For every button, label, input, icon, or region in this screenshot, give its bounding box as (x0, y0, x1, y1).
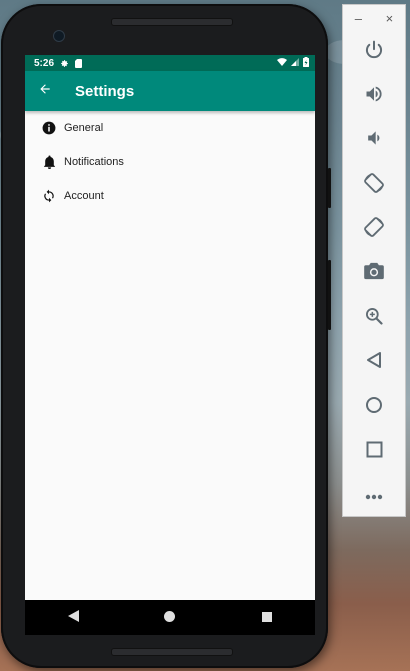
device-screen: 5:26 Settings General Notifications Acco… (25, 55, 315, 635)
close-button[interactable]: × (386, 11, 394, 26)
app-bar: Settings (25, 71, 315, 111)
volume-down-tool-button[interactable] (354, 122, 394, 158)
bottom-speaker (111, 648, 233, 656)
rotate-right-tool-button[interactable] (354, 211, 394, 247)
sd-card-icon (75, 58, 83, 68)
back-tool-button[interactable] (354, 344, 394, 380)
settings-item-label: Notifications (64, 156, 124, 168)
bell-icon (41, 154, 57, 170)
more-tool-button[interactable] (354, 478, 394, 514)
power-tool-button[interactable] (354, 34, 394, 70)
sync-icon (41, 188, 57, 204)
zoom-icon (364, 306, 384, 331)
power-icon (364, 40, 384, 65)
settings-list: General Notifications Account (25, 111, 315, 213)
wifi-icon (277, 57, 287, 69)
screenshot-tool-button[interactable] (354, 255, 394, 291)
nav-recents-button[interactable] (247, 600, 287, 635)
rotate-left-tool-button[interactable] (354, 167, 394, 203)
volume-down-icon (364, 128, 384, 153)
volume-button[interactable] (328, 168, 331, 208)
info-icon (41, 120, 57, 136)
back-button[interactable] (25, 71, 65, 111)
nav-back-button[interactable] (53, 600, 93, 635)
window-controls: – × (343, 9, 405, 27)
zoom-tool-button[interactable] (354, 300, 394, 336)
overview-tool-button[interactable] (354, 434, 394, 470)
navigation-bar (25, 600, 315, 635)
home-circle-icon (365, 396, 383, 419)
signal-icon (291, 57, 299, 69)
nav-home-button[interactable] (150, 600, 190, 635)
minimize-button[interactable]: – (355, 11, 362, 26)
emulator-control-panel: – × (342, 4, 406, 517)
status-time: 5:26 (34, 57, 55, 69)
gear-icon (60, 59, 69, 68)
back-triangle-icon (366, 351, 382, 374)
volume-up-icon (363, 84, 385, 109)
page-title: Settings (75, 82, 135, 100)
settings-item-general[interactable]: General (25, 111, 315, 145)
volume-up-tool-button[interactable] (354, 78, 394, 114)
rotate-right-icon (363, 216, 385, 243)
settings-item-account[interactable]: Account (25, 179, 315, 213)
phone-frame: 5:26 Settings General Notifications Acco… (1, 4, 331, 668)
camera-icon (364, 262, 384, 285)
recents-square-icon (366, 441, 383, 463)
more-dots-icon (365, 487, 383, 505)
rotate-left-icon (363, 172, 385, 199)
earpiece-speaker (111, 18, 233, 26)
front-camera (53, 30, 65, 42)
settings-item-notifications[interactable]: Notifications (25, 145, 315, 179)
home-circle-icon (164, 609, 176, 627)
power-button[interactable] (328, 260, 331, 330)
arrow-back-icon (38, 82, 52, 101)
settings-item-label: Account (64, 190, 104, 202)
home-tool-button[interactable] (354, 389, 394, 425)
back-triangle-icon (67, 609, 79, 627)
recents-square-icon (261, 609, 272, 627)
settings-item-label: General (64, 122, 104, 134)
status-bar: 5:26 (25, 55, 315, 71)
battery-icon (303, 56, 309, 70)
